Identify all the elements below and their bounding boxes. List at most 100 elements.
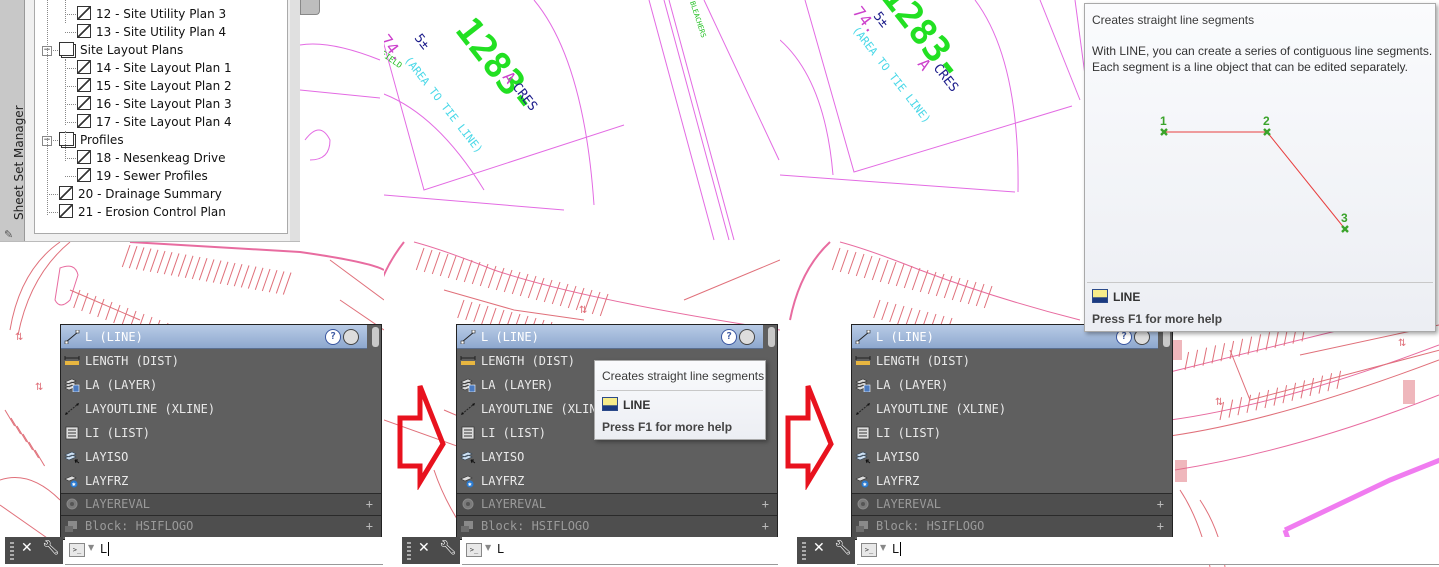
tree-item-label: 21 - Erosion Control Plan <box>78 205 226 219</box>
autocomplete-item[interactable]: LAYOUTLINE (XLINE) <box>852 397 1158 421</box>
autocomplete-item[interactable]: LI (LIST) <box>852 421 1158 445</box>
line-illustration: 1 2 3 <box>1160 114 1349 233</box>
tree-sheet[interactable]: 13 - Site Utility Plan 4 <box>77 23 226 41</box>
parking-stall-line <box>527 275 537 299</box>
parking-stall-line <box>219 261 229 284</box>
autocomplete-category[interactable]: Block: HSIFLOGO + <box>457 515 777 537</box>
wrench-icon[interactable]: 🔧︎ <box>834 540 852 556</box>
command-prompt-icon[interactable]: >_ <box>861 543 877 557</box>
help-icon[interactable]: ? <box>325 329 341 345</box>
expand-icon[interactable]: + <box>366 516 373 537</box>
parking-stall-line <box>1255 392 1261 411</box>
autocomplete-item[interactable]: LAYOUTLINE (XLINE) <box>61 397 367 421</box>
autocomplete-category[interactable]: Block: HSIFLOGO + <box>61 515 381 537</box>
parking-stall-line <box>198 258 208 281</box>
help-icon[interactable]: ? <box>721 329 737 345</box>
wrench-icon[interactable]: 🔧︎ <box>42 540 60 556</box>
autocomplete-category[interactable]: LAYEREVAL + <box>852 493 1172 515</box>
tree-sheet[interactable]: 16 - Site Layout Plan 3 <box>77 95 232 113</box>
expand-icon[interactable]: + <box>1157 494 1164 515</box>
command-line-toolbar: ✕ 🔧︎ <box>5 537 63 564</box>
command-input[interactable]: >_ ▼ L <box>65 537 383 565</box>
autocomplete-item[interactable]: LA (LAYER) <box>852 373 1158 397</box>
autocomplete-item[interactable]: ✱ LAYFRZ <box>852 469 1158 493</box>
tree-sheet[interactable]: 19 - Sewer Profiles <box>77 167 208 185</box>
search-online-icon[interactable] <box>739 329 755 345</box>
tree-sheet[interactable]: 15 - Site Layout Plan 2 <box>77 77 232 95</box>
tree-subset[interactable]: Profiles <box>59 131 124 149</box>
command-input-value[interactable]: L <box>497 542 505 556</box>
gear-icon <box>64 497 80 511</box>
tree-sheet[interactable]: 20 - Drainage Summary <box>59 185 222 203</box>
tree-item-label: 14 - Site Layout Plan 1 <box>96 61 232 75</box>
drag-grip-icon[interactable] <box>802 542 806 560</box>
command-input-value[interactable]: L <box>100 542 109 556</box>
tree-connector <box>65 104 76 105</box>
drag-grip-icon[interactable] <box>10 542 14 560</box>
list-icon <box>855 424 871 440</box>
parking-stall-line <box>4 409 16 427</box>
svg-text:⇅: ⇅ <box>579 305 587 316</box>
command-prompt-icon[interactable]: >_ <box>69 543 85 557</box>
scrollbar-thumb[interactable] <box>300 0 320 15</box>
autocomplete-item[interactable]: ✱ LAYFRZ <box>61 469 367 493</box>
tree-sheet[interactable]: 12 - Site Utility Plan 3 <box>77 5 226 23</box>
autocomplete-category[interactable]: LAYEREVAL + <box>457 493 777 515</box>
autocomplete-item-label: LAYFRZ <box>85 474 129 488</box>
tree-subset[interactable]: Site Layout Plans <box>59 41 183 59</box>
expand-icon[interactable]: + <box>366 494 373 515</box>
autocomplete-item[interactable]: LAYISO <box>61 445 367 469</box>
autocomplete-scrollbar[interactable] <box>768 327 775 347</box>
recent-commands-dropdown-icon[interactable]: ▼ <box>88 543 94 552</box>
autocomplete-item[interactable]: LA (LAYER) <box>61 373 367 397</box>
autocomplete-item-label: LAYOUTLINE (XLINE) <box>876 402 1007 416</box>
parking-stall-line <box>226 262 236 286</box>
line-icon <box>460 328 476 345</box>
parking-stall-line <box>839 249 849 273</box>
expand-icon[interactable]: + <box>1157 516 1164 537</box>
autocomplete-item[interactable]: ✱ LAYFRZ <box>457 469 763 493</box>
recent-commands-dropdown-icon[interactable]: ▼ <box>485 543 491 552</box>
tree-sheet[interactable]: 14 - Site Layout Plan 1 <box>77 59 232 77</box>
close-icon[interactable]: ✕ <box>813 540 825 556</box>
recent-commands-dropdown-icon[interactable]: ▼ <box>880 543 886 552</box>
expand-icon[interactable]: + <box>762 494 769 515</box>
layfrz-icon: ✱ <box>64 472 80 488</box>
autocomplete-scrollbar[interactable] <box>372 327 379 347</box>
tree-connector <box>65 158 76 159</box>
wrench-icon[interactable]: 🔧︎ <box>439 540 457 556</box>
command-prompt-icon[interactable]: >_ <box>466 543 482 557</box>
autocomplete-item-label: LENGTH (DIST) <box>876 354 970 368</box>
command-input[interactable]: >_ ▼ L <box>462 537 778 565</box>
autocomplete-item[interactable]: L (LINE)? <box>61 325 367 349</box>
tree-sheet[interactable]: 18 - Nesenkeag Drive <box>77 149 226 167</box>
tree-sheet[interactable]: 17 - Site Layout Plan 4 <box>77 113 232 131</box>
autocomplete-item[interactable]: LENGTH (DIST) <box>852 349 1158 373</box>
pin-icon[interactable]: ✎ <box>4 228 13 241</box>
search-online-icon[interactable] <box>343 329 359 345</box>
tooltip-help-text: Press F1 for more help <box>1092 312 1223 326</box>
tree-sheet[interactable]: 21 - Erosion Control Plan <box>59 203 226 221</box>
block-icon <box>64 519 80 533</box>
tree-scrollbar[interactable] <box>290 0 300 241</box>
autocomplete-category[interactable]: LAYEREVAL + <box>61 493 381 515</box>
sheet-set-manager-tab[interactable]: Sheet Set Manager ✎ <box>0 0 26 241</box>
expand-icon[interactable]: + <box>762 516 769 537</box>
autocomplete-category-label: Block: HSIFLOGO <box>481 519 590 533</box>
command-input[interactable]: >_ ▼ L <box>857 537 1175 565</box>
parking-stall-line <box>97 298 105 318</box>
autocomplete-category[interactable]: Block: HSIFLOGO + <box>852 515 1172 537</box>
autocomplete-item[interactable]: L (LINE)? <box>457 325 763 349</box>
drag-grip-icon[interactable] <box>407 542 411 560</box>
close-icon[interactable]: ✕ <box>21 540 33 556</box>
autocomplete-item[interactable]: LAYISO <box>852 445 1158 469</box>
parking-stall-line <box>455 257 465 281</box>
parking-stall-line <box>457 299 465 319</box>
command-input-value[interactable]: L <box>892 542 901 556</box>
close-icon[interactable]: ✕ <box>418 540 430 556</box>
autocomplete-item[interactable]: LENGTH (DIST) <box>61 349 367 373</box>
tree-connector <box>65 176 76 177</box>
autocomplete-item[interactable]: LI (LIST) <box>61 421 367 445</box>
autocomplete-item[interactable]: LAYISO <box>457 445 763 469</box>
parking-stall-line <box>149 249 159 272</box>
